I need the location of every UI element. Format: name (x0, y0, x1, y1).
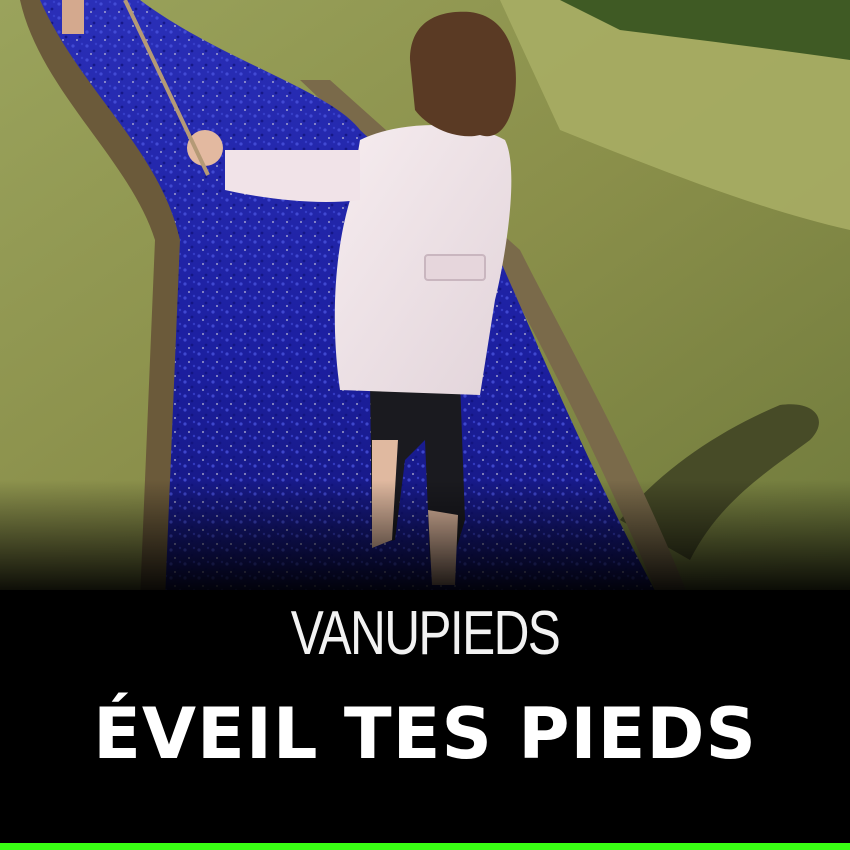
child-hand (187, 130, 223, 166)
coat-pocket (424, 254, 486, 281)
child-hair (410, 11, 516, 137)
headline: ÉVEIL TES PIEDS (93, 693, 757, 775)
photo-fade-overlay (0, 480, 850, 602)
brand-name: VANUPIEDS (290, 599, 561, 668)
promo-card: VANUPIEDS ÉVEIL TES PIEDS (0, 0, 850, 850)
accent-bar (0, 843, 850, 850)
person-feet (62, 0, 84, 34)
